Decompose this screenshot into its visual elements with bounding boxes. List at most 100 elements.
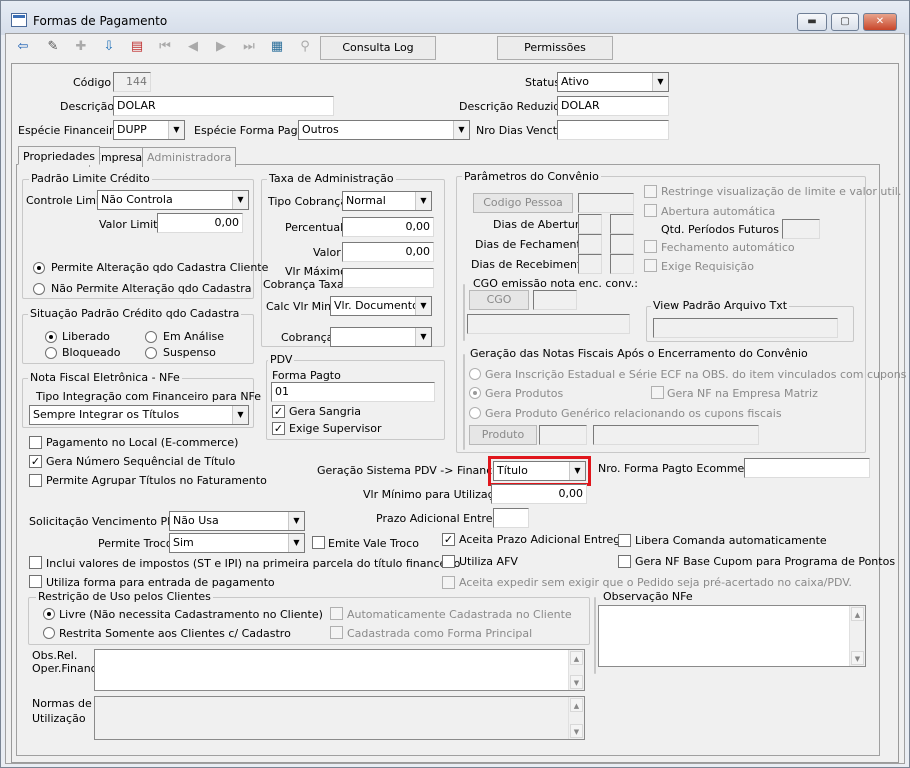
gera-produtos-radio[interactable]	[469, 387, 481, 399]
inclui-impostos-checkbox[interactable]	[29, 556, 42, 569]
oper-financ-label: Oper.Financ.	[32, 662, 101, 675]
libera-comanda-checkbox[interactable]	[618, 534, 631, 547]
emite-vale-troco-checkbox[interactable]	[312, 536, 325, 549]
chevron-down-icon: ▼	[453, 121, 469, 139]
previous-record-icon[interactable]: ◀	[182, 36, 204, 58]
vlr-maximo-field[interactable]	[342, 268, 434, 288]
exige-requisicao-checkbox[interactable]	[644, 259, 657, 272]
normas-scrollbar[interactable]: ▲ ▼	[568, 697, 584, 739]
close-button[interactable]: ✕	[863, 13, 897, 31]
first-record-icon[interactable]: ⏮	[154, 36, 176, 58]
status-select[interactable]: Ativo ▼	[557, 72, 669, 92]
restringe-checkbox[interactable]	[644, 185, 657, 198]
controle-limite-select[interactable]: Não Controla ▼	[97, 190, 249, 210]
delete-icon[interactable]: ▤	[126, 36, 148, 58]
prazo-adicional-field[interactable]	[493, 508, 529, 528]
nao-permite-alteracao-radio[interactable]	[33, 283, 45, 295]
next-record-icon[interactable]: ▶	[210, 36, 232, 58]
codigo-pessoa-button[interactable]: Codigo Pessoa	[473, 193, 573, 213]
forma-pagto-field[interactable]: 01	[271, 382, 435, 402]
geracao-pdv-label: Geração Sistema PDV -> Financeiro	[317, 464, 514, 477]
scroll-down-icon[interactable]: ▼	[570, 724, 583, 738]
scroll-up-icon[interactable]: ▲	[570, 651, 583, 665]
tab-administradora[interactable]: Administradora	[142, 147, 237, 167]
save-icon[interactable]: ⇩	[98, 36, 120, 58]
percentual-field[interactable]: 0,00	[342, 217, 434, 237]
dias-recebimento-label: Dias de Recebimento	[471, 258, 589, 271]
maximize-button[interactable]: ▢	[831, 13, 859, 31]
fechamento-auto-checkbox[interactable]	[644, 240, 657, 253]
consulta-log-button[interactable]: Consulta Log	[320, 36, 436, 60]
edit-icon[interactable]: ✎	[42, 36, 64, 58]
dias-fechamento-field-1	[578, 234, 602, 254]
chevron-down-icon: ▼	[232, 406, 248, 424]
tipo-cobranca-select[interactable]: Normal ▼	[342, 191, 432, 211]
aceita-expedir-checkbox[interactable]	[442, 576, 455, 589]
normas-textarea[interactable]: ▲ ▼	[94, 696, 585, 740]
gera-inscricao-radio[interactable]	[469, 368, 481, 380]
gera-numero-checkbox[interactable]: ✓	[29, 455, 42, 468]
nro-forma-ecommerce-field[interactable]	[744, 458, 870, 478]
libera-comanda-label: Libera Comanda automaticamente	[635, 534, 827, 547]
permite-alteracao-radio[interactable]	[33, 262, 45, 274]
exige-supervisor-checkbox[interactable]: ✓	[272, 422, 285, 435]
permissoes-button[interactable]: Permissões	[497, 36, 613, 60]
scroll-up-icon[interactable]: ▲	[851, 607, 864, 621]
aceita-prazo-checkbox[interactable]: ✓	[442, 533, 455, 546]
utiliza-afv-checkbox[interactable]	[442, 555, 455, 568]
liberado-radio[interactable]	[45, 331, 57, 343]
permite-agrupar-checkbox[interactable]	[29, 474, 42, 487]
livre-label: Livre (Não necessita Cadastramento no Cl…	[59, 608, 323, 621]
observacao-legend: Observação NFe	[601, 590, 695, 603]
gera-nf-matriz-checkbox[interactable]	[651, 386, 664, 399]
geracao-pdv-select[interactable]: Título ▼	[493, 461, 586, 481]
em-analise-radio[interactable]	[145, 331, 157, 343]
utiliza-forma-checkbox[interactable]	[29, 575, 42, 588]
abertura-auto-checkbox[interactable]	[644, 204, 657, 217]
produto-button[interactable]: Produto	[469, 425, 537, 445]
obs-rel-scrollbar[interactable]: ▲ ▼	[568, 650, 584, 690]
qtd-periodos-label: Qtd. Períodos Futuros	[661, 223, 779, 236]
scroll-down-icon[interactable]: ▼	[570, 675, 583, 689]
observacao-textarea[interactable]: ▲ ▼	[598, 605, 866, 667]
tab-propriedades[interactable]: Propriedades	[18, 146, 100, 165]
new-icon[interactable]: ✚	[70, 36, 92, 58]
cgo-legend: CGO emissão nota enc. conv.:	[471, 277, 640, 290]
valor-limite-field[interactable]: 0,00	[157, 213, 243, 233]
exit-icon[interactable]: ⇦	[12, 36, 34, 58]
observacao-scrollbar[interactable]: ▲ ▼	[849, 606, 865, 666]
gera-nf-base-checkbox[interactable]	[618, 555, 631, 568]
gera-produto-generico-radio[interactable]	[469, 407, 481, 419]
cadastrada-principal-checkbox[interactable]	[330, 626, 343, 639]
livre-radio[interactable]	[43, 608, 55, 620]
especie-financeira-select[interactable]: DUPP ▼	[113, 120, 185, 140]
restrita-radio[interactable]	[43, 627, 55, 639]
solicitacao-select[interactable]: Não Usa ▼	[169, 511, 305, 531]
scroll-down-icon[interactable]: ▼	[851, 651, 864, 665]
pagamento-local-checkbox[interactable]	[29, 436, 42, 449]
descricao-reduzida-field[interactable]: DOLAR	[557, 96, 669, 116]
last-record-icon[interactable]: ⏭	[238, 36, 260, 58]
situacao-legend: Situação Padrão Crédito qdo Cadastra	[28, 307, 242, 320]
grid-view-icon[interactable]: ▦	[266, 36, 288, 58]
suspenso-radio[interactable]	[145, 347, 157, 359]
gera-sangria-checkbox[interactable]: ✓	[272, 405, 285, 418]
valor-field[interactable]: 0,00	[342, 242, 434, 262]
auto-cadastrada-checkbox[interactable]	[330, 607, 343, 620]
cgo-button[interactable]: CGO	[469, 290, 529, 310]
cobranca-select[interactable]: ▼	[330, 327, 432, 347]
scroll-up-icon[interactable]: ▲	[570, 698, 583, 712]
vlr-minimo-field[interactable]: 0,00	[491, 484, 587, 504]
permite-troco-select[interactable]: Sim ▼	[169, 533, 305, 553]
obs-rel-textarea[interactable]: ▲ ▼	[94, 649, 585, 691]
restricao-legend: Restrição de Uso pelos Clientes	[36, 590, 213, 603]
especie-forma-pagto-select[interactable]: Outros ▼	[298, 120, 470, 140]
search-icon[interactable]: ⚲	[294, 36, 316, 58]
nro-dias-vencto-field[interactable]	[557, 120, 669, 140]
tipo-integracao-select[interactable]: Sempre Integrar os Títulos ▼	[29, 405, 249, 425]
descricao-field[interactable]: DOLAR	[113, 96, 334, 116]
bloqueado-radio[interactable]	[45, 347, 57, 359]
minimize-button[interactable]: ▬	[797, 13, 827, 31]
codigo-label: Código	[73, 76, 112, 89]
calc-vlr-min-select[interactable]: Vlr. Documento ▼	[330, 296, 432, 316]
